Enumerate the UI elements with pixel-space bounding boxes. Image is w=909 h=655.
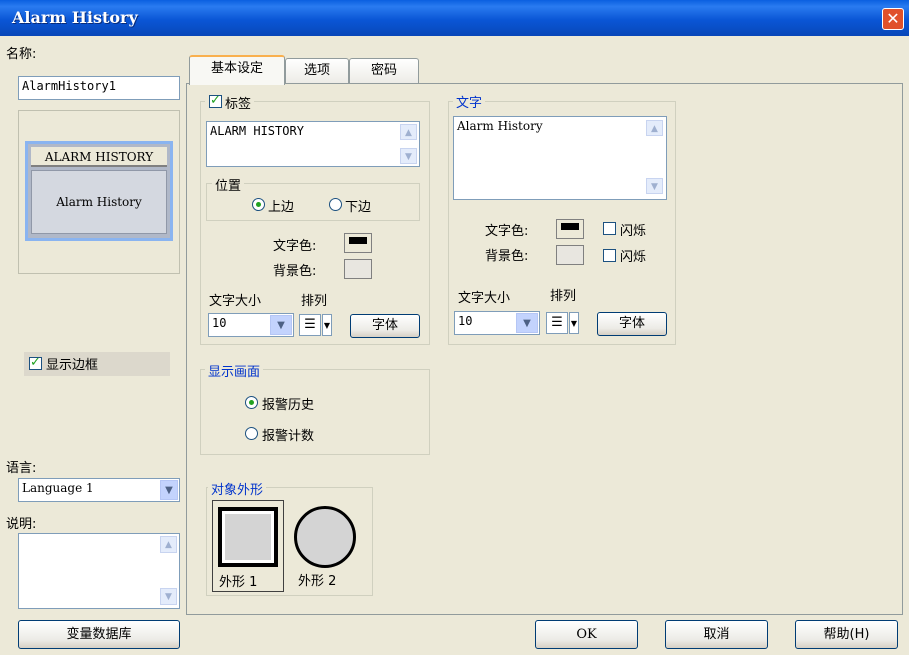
label-text-field[interactable]: ALARM HISTORY — [206, 121, 420, 167]
cancel-button[interactable]: 取消 — [665, 620, 768, 649]
text-align-icon[interactable]: ☰ — [546, 312, 568, 334]
label-bg-color-label: 背景色: — [273, 264, 317, 279]
display-count-label: 报警计数 — [262, 429, 315, 444]
close-button[interactable]: ✕ — [882, 8, 904, 30]
text-font-size-dropdown-icon[interactable]: ▼ — [516, 313, 538, 333]
preview-object: ALARM HISTORY Alarm History — [25, 141, 173, 241]
shape-2-label: 外形 2 — [298, 574, 337, 589]
window-title: Alarm History — [12, 8, 138, 27]
text-align-label: 排列 — [550, 289, 577, 304]
label-font-size-dropdown-icon[interactable]: ▼ — [270, 315, 292, 335]
shape-1-label: 外形 1 — [219, 575, 258, 590]
ok-button[interactable]: OK — [535, 620, 638, 649]
text-blink-checkbox[interactable] — [603, 222, 616, 235]
position-bottom-radio[interactable] — [329, 198, 342, 211]
position-top-radio[interactable] — [252, 198, 265, 211]
scroll-up-icon[interactable]: ▲ — [160, 536, 177, 553]
language-select[interactable]: Language 1 — [18, 478, 180, 502]
language-dropdown-icon[interactable]: ▼ — [160, 480, 178, 500]
label-text-color-label: 文字色: — [273, 239, 317, 254]
text-scroll-down-icon[interactable]: ▼ — [646, 178, 663, 194]
position-top-label: 上边 — [268, 200, 295, 215]
label-align-dropdown-icon[interactable]: ▼ — [322, 314, 332, 336]
label-title-text: 标签 — [225, 97, 252, 112]
shape-group-title: 对象外形 — [208, 479, 267, 498]
tab-basic[interactable]: 基本设定 — [189, 55, 285, 85]
preview-body: Alarm History — [31, 170, 167, 234]
label-font-size-label: 文字大小 — [209, 294, 262, 309]
label-enable-checkbox[interactable] — [209, 93, 222, 108]
language-label: 语言: — [6, 461, 37, 476]
preview-area: ALARM HISTORY Alarm History — [18, 110, 180, 274]
bg-blink-label: 闪烁 — [620, 250, 647, 265]
close-icon: ✕ — [886, 9, 900, 28]
display-count-radio[interactable] — [245, 427, 258, 440]
circle-shape-icon — [294, 506, 356, 568]
display-group-title: 显示画面 — [205, 361, 264, 380]
description-label: 说明: — [6, 517, 37, 532]
display-text-field[interactable]: Alarm History — [453, 116, 667, 200]
show-border-checkbox[interactable] — [29, 355, 42, 370]
text-scroll-up-icon[interactable]: ▲ — [646, 120, 663, 136]
scroll-down-icon[interactable]: ▼ — [160, 588, 177, 605]
text-group-title: 文字 — [453, 92, 486, 111]
display-history-label: 报警历史 — [262, 398, 315, 413]
description-field[interactable] — [18, 533, 180, 609]
square-shape-icon — [218, 507, 278, 567]
text-color-swatch[interactable] — [556, 219, 584, 239]
label-align-label: 排列 — [301, 294, 328, 309]
text-bg-color-swatch[interactable] — [556, 245, 584, 265]
shape-1-option[interactable]: 外形 1 — [212, 500, 284, 592]
show-border-label: 显示边框 — [46, 358, 99, 373]
label-bg-color-swatch[interactable] — [344, 259, 372, 279]
position-title: 位置 — [212, 175, 245, 194]
text-bg-color-label: 背景色: — [485, 249, 529, 264]
bg-blink-checkbox[interactable] — [603, 249, 616, 262]
name-field[interactable]: AlarmHistory1 — [18, 76, 180, 100]
label-align-icon[interactable]: ☰ — [299, 314, 321, 336]
text-color-label: 文字色: — [485, 224, 529, 239]
label-scroll-up-icon[interactable]: ▲ — [400, 124, 417, 140]
label-text-color-swatch[interactable] — [344, 233, 372, 253]
text-font-size-label: 文字大小 — [458, 291, 511, 306]
preview-header: ALARM HISTORY — [31, 147, 167, 167]
language-value: Language 1 — [22, 481, 94, 495]
tab-options[interactable]: 选项 — [285, 58, 349, 84]
shape-2-option[interactable]: 外形 2 — [292, 500, 360, 592]
text-font-button[interactable]: 字体 — [597, 312, 667, 336]
help-button[interactable]: 帮助(H) — [795, 620, 898, 649]
tag-database-button[interactable]: 变量数据库 — [18, 620, 180, 649]
text-blink-label: 闪烁 — [620, 224, 647, 239]
label-font-button[interactable]: 字体 — [350, 314, 420, 338]
label-scroll-down-icon[interactable]: ▼ — [400, 148, 417, 164]
display-history-radio[interactable] — [245, 396, 258, 409]
name-label: 名称: — [6, 47, 37, 62]
display-group — [200, 369, 430, 455]
tab-password[interactable]: 密码 — [349, 58, 419, 84]
position-bottom-label: 下边 — [345, 200, 372, 215]
text-align-dropdown-icon[interactable]: ▼ — [569, 312, 579, 334]
